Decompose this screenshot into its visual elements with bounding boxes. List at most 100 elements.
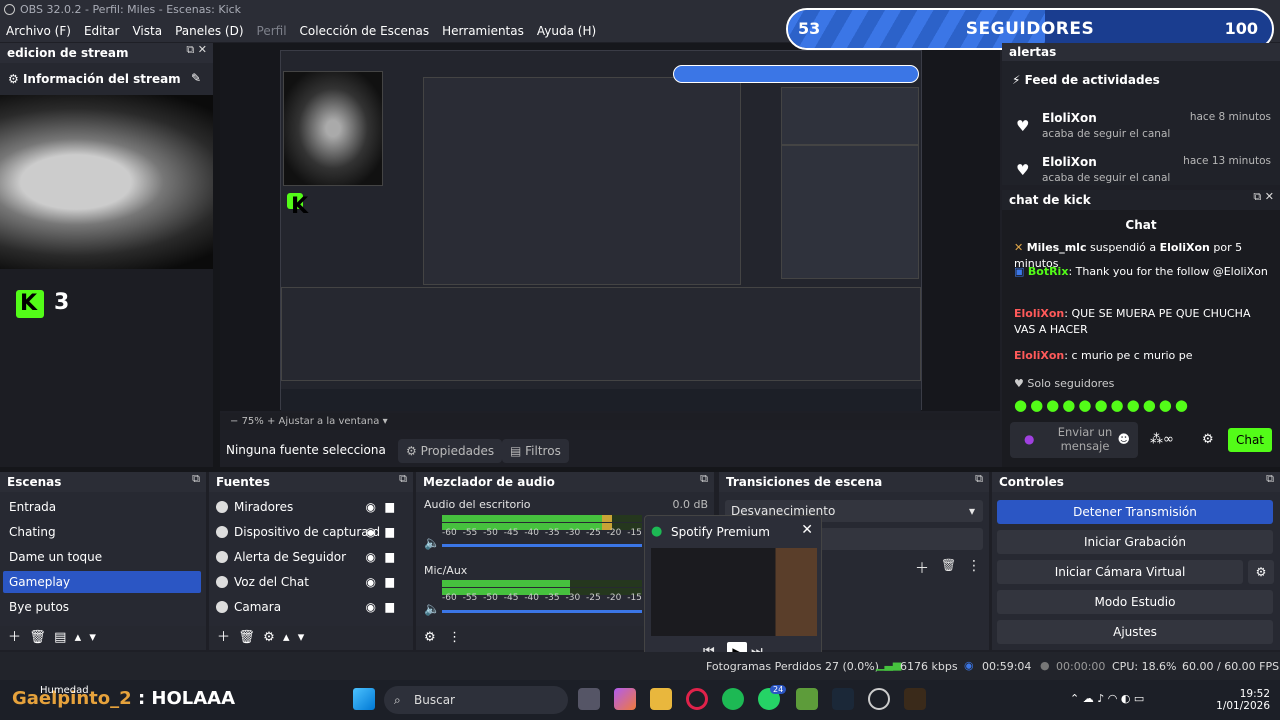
lock-icon: ▆	[385, 575, 394, 588]
fit-window[interactable]: Ajustar a la ventana	[279, 416, 380, 427]
eye-icon: ◉	[365, 575, 376, 589]
edit-pencil-icon[interactable]: ✎	[191, 71, 201, 85]
up-arrow-icon[interactable]: ▴	[283, 630, 290, 645]
spotify-taskbar-icon[interactable]	[722, 688, 744, 710]
trash-icon[interactable]: 🗑	[941, 558, 956, 572]
dock-undock-icon[interactable]: ⧉	[975, 472, 983, 486]
zoom-level[interactable]: 75%	[242, 416, 264, 427]
zoom-minus[interactable]: −	[230, 416, 242, 427]
chat-dock-title: chat de kick	[1002, 190, 1280, 210]
down-arrow-icon[interactable]: ▾	[89, 630, 96, 645]
emoji-icon[interactable]: ☻	[1117, 432, 1130, 446]
volume-slider[interactable]	[442, 544, 642, 547]
add-icon[interactable]: ＋	[8, 630, 21, 645]
gear-icon[interactable]: ⚙	[1202, 432, 1214, 447]
down-arrow-icon[interactable]: ▾	[298, 630, 305, 645]
menu-archivo[interactable]: Archivo (F)	[6, 24, 71, 38]
volume-slider[interactable]	[442, 610, 642, 613]
sources-dock: Fuentes ⧉ Miradores ◉ ▆ Dispositivo de cap…	[209, 472, 413, 650]
scene-item[interactable]: Chating	[3, 521, 201, 543]
game-icon[interactable]	[904, 688, 926, 710]
speaker-icon[interactable]: 🔈	[424, 536, 440, 551]
chat-input[interactable]: ● Enviar un mensaje ☻	[1010, 422, 1138, 458]
kick-logo-icon	[16, 290, 44, 318]
dock-undock-icon[interactable]: ⧉	[399, 472, 407, 486]
add-icon[interactable]: ＋	[217, 630, 230, 645]
source-item[interactable]: Voz del Chat ◉ ▆	[212, 571, 410, 593]
nested-taskbar	[281, 389, 921, 411]
obs-taskbar-icon[interactable]	[868, 688, 890, 710]
spotify-thumbnail	[651, 548, 817, 636]
emote-row[interactable]: ●●●●●●●●●●●	[1014, 396, 1191, 414]
folder-icon[interactable]	[650, 688, 672, 710]
dock-controls[interactable]: ⧉ ✕	[186, 43, 207, 57]
source-item[interactable]: Miradores ◉ ▆	[212, 496, 410, 518]
menu-perfil[interactable]: Perfil	[257, 24, 287, 38]
meter-tick: -30	[565, 593, 581, 603]
filter-icon[interactable]: ▤	[54, 630, 66, 645]
taskview-icon[interactable]	[578, 688, 600, 710]
scene-item[interactable]: Dame un toque	[3, 546, 201, 568]
nested-docks	[281, 287, 921, 381]
source-item[interactable]: Alerta de Seguidor ◉ ▆	[212, 546, 410, 568]
trash-icon[interactable]: 🗑	[29, 630, 46, 645]
source-item[interactable]: Camara ◉ ▆	[212, 596, 410, 618]
spotify-miniplayer[interactable]: ● Spotify Premium ✕ ⏮ ▶ ⏭	[644, 515, 822, 673]
menu-paneles[interactable]: Paneles (D)	[175, 24, 243, 38]
stop-stream-button[interactable]: Detener Transmisión	[997, 500, 1273, 524]
dock-undock-icon[interactable]: ⧉	[192, 472, 200, 486]
studio-mode-button[interactable]: Modo Estudio	[997, 590, 1273, 614]
meter-tick: -15	[627, 528, 642, 538]
add-icon[interactable]: ＋	[915, 558, 929, 578]
scene-item[interactable]: Bye putos	[3, 596, 201, 618]
properties-button[interactable]: ⚙ Propiedades	[398, 439, 503, 463]
kick-chat-dock: chat de kick ⧉ ✕ Chat ✕ Miles_mlc suspen…	[1002, 190, 1280, 468]
menu-ayuda[interactable]: Ayuda (H)	[537, 24, 596, 38]
gear-icon[interactable]: ⚙	[1248, 560, 1274, 584]
windows-start-icon[interactable]	[353, 688, 375, 710]
steam-icon[interactable]	[832, 688, 854, 710]
close-icon[interactable]: ✕	[801, 522, 813, 538]
chat-message: EloliXon: c murio pe c murio pe	[1014, 349, 1193, 362]
chevron-down-icon[interactable]: ▾	[383, 416, 388, 427]
chat-message: EloliXon: QUE SE MUERA PE QUE CHUCHA VAS…	[1014, 307, 1251, 336]
filters-button[interactable]: ▤ Filtros	[502, 439, 569, 463]
menu-herramientas[interactable]: Herramientas	[442, 24, 524, 38]
zoom-plus[interactable]: +	[267, 416, 279, 427]
trash-icon[interactable]: 🗑	[238, 630, 255, 645]
nested-followers-bar	[673, 65, 919, 83]
taskbar-clock[interactable]: 19:52 1/01/2026	[1214, 688, 1270, 712]
source-item[interactable]: Dispositivo de captura d ◉ ▆	[212, 521, 410, 543]
gear-icon[interactable]: ⚙	[424, 630, 436, 645]
stream-info-header[interactable]: ⚙ Información del stream ✎	[0, 63, 213, 95]
copilot-icon[interactable]	[614, 688, 636, 710]
more-icon[interactable]: ⋮	[448, 630, 461, 645]
menu-coleccion-escenas[interactable]: Colección de Escenas	[300, 24, 430, 38]
meter-tick: -40	[524, 593, 540, 603]
infinity-icon[interactable]: ⁂∞	[1150, 432, 1174, 447]
up-arrow-icon[interactable]: ▴	[75, 630, 82, 645]
heart-icon: ♥	[1016, 161, 1030, 179]
tray-icons[interactable]: ⌃ ☁ ♪ ◠ ◐ ▭	[1070, 692, 1144, 705]
menu-vista[interactable]: Vista	[132, 24, 162, 38]
dock-controls[interactable]: ⧉ ✕	[1253, 190, 1274, 204]
rec-time: 00:00:00	[1056, 660, 1106, 673]
menu-editar[interactable]: Editar	[84, 24, 120, 38]
virtual-camera-button[interactable]: Iniciar Cámara Virtual	[997, 560, 1243, 584]
minecraft-icon[interactable]	[796, 688, 818, 710]
chat-send-button[interactable]: Chat	[1228, 428, 1272, 452]
dock-undock-icon[interactable]: ⧉	[1266, 472, 1274, 486]
more-icon[interactable]: ⋮	[967, 558, 981, 574]
mic-icon[interactable]: ●	[1024, 432, 1034, 446]
speaker-icon[interactable]: 🔈	[424, 602, 440, 617]
taskbar-search[interactable]: ⌕ Buscar	[384, 686, 568, 714]
scene-item[interactable]: Entrada	[3, 496, 201, 518]
sources-title: Fuentes	[209, 472, 413, 492]
gear-icon[interactable]: ⚙	[263, 630, 275, 645]
opera-icon[interactable]	[686, 688, 708, 710]
start-recording-button[interactable]: Iniciar Grabación	[997, 530, 1273, 554]
settings-button[interactable]: Ajustes	[997, 620, 1273, 644]
scene-item-selected[interactable]: Gameplay	[3, 571, 201, 593]
dock-undock-icon[interactable]: ⧉	[700, 472, 708, 486]
gear-icon: ⚙	[8, 72, 23, 86]
